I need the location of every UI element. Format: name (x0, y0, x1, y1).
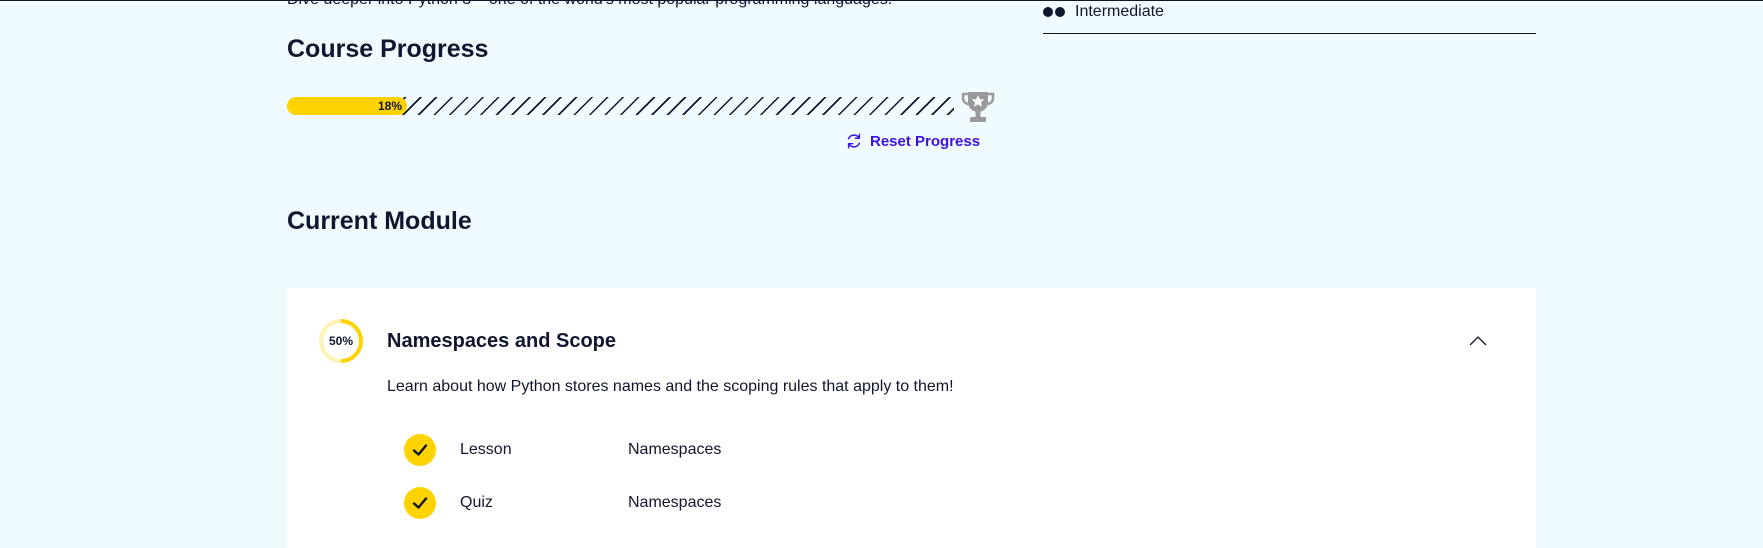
progress-percent: 18% (377, 99, 403, 113)
module-item-quiz[interactable]: Quiz Namespaces (404, 487, 721, 519)
module-item-type: Quiz (460, 494, 493, 511)
module-item-lesson[interactable]: Lesson Namespaces (404, 434, 721, 466)
module-item-type: Lesson (460, 441, 512, 458)
module-title: Namespaces and Scope (387, 330, 616, 352)
level-dot-icon (1055, 7, 1065, 17)
course-progress-heading: Course Progress (287, 35, 489, 63)
progress-track: 18% (287, 97, 954, 115)
module-item-title: Namespaces (628, 494, 722, 511)
level-divider (1043, 33, 1536, 34)
course-level: Intermediate (1043, 3, 1164, 21)
completed-check-icon (404, 487, 436, 519)
module-card: 50% Namespaces and Scope Learn about how… (287, 288, 1536, 548)
module-item-title: Namespaces (628, 441, 722, 458)
module-description: Learn about how Python stores names and … (387, 378, 954, 395)
refresh-icon (847, 133, 861, 149)
current-module-heading: Current Module (287, 207, 472, 235)
course-progress-bar: 18% (287, 88, 997, 124)
level-dot-icon (1043, 7, 1053, 17)
reset-progress-label: Reset Progress (870, 132, 981, 150)
reset-progress-button[interactable]: Reset Progress (845, 132, 980, 150)
completed-check-icon (404, 434, 436, 466)
module-progress-percent: 50% (328, 334, 354, 348)
level-label: Intermediate (1075, 3, 1164, 20)
course-description: Dive deeper into Python 3 – one of the w… (287, 0, 892, 10)
chevron-up-icon[interactable] (1467, 330, 1489, 352)
trophy-icon (961, 92, 995, 122)
